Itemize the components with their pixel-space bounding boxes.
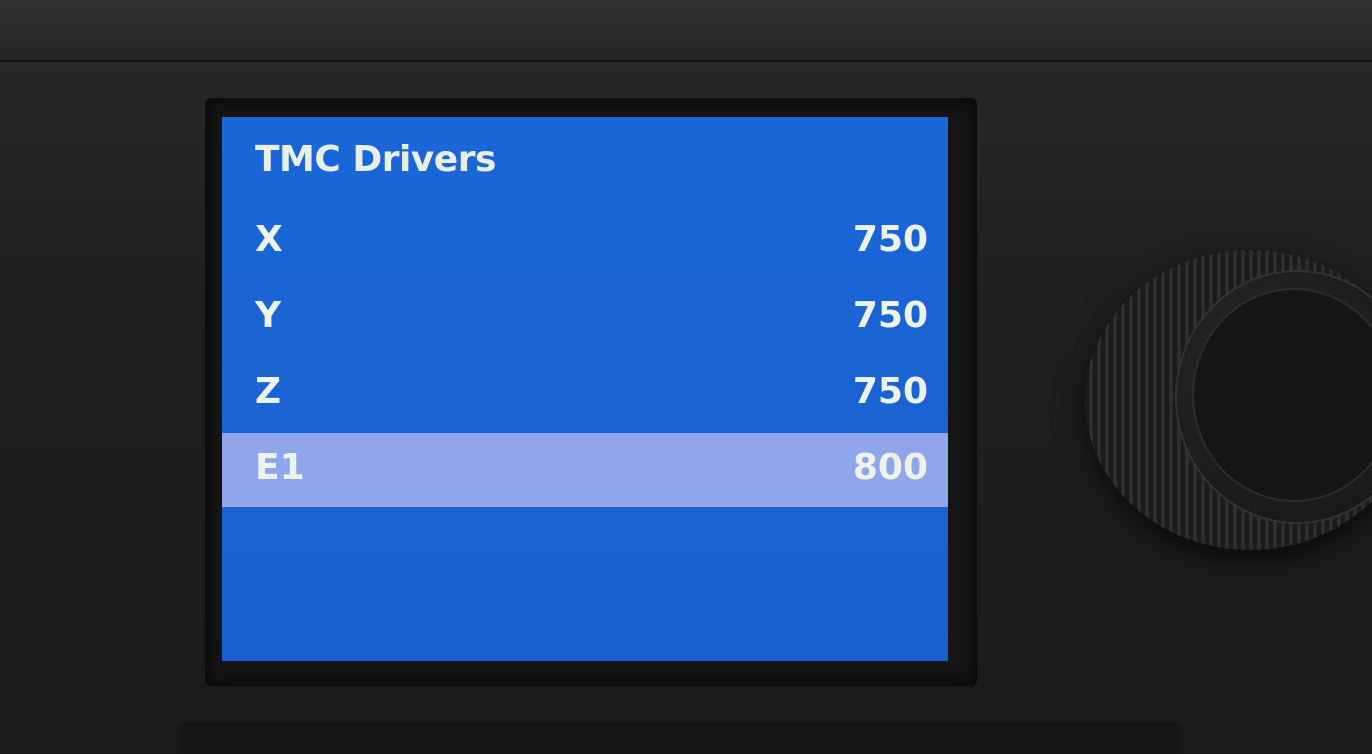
printer-control-panel: TMC Drivers X 750 Y 750 Z 750 E1 800 <box>0 0 1372 754</box>
menu-item-value: 750 <box>852 219 928 260</box>
menu-item-value: 750 <box>852 371 928 412</box>
menu-item-z[interactable]: Z 750 <box>222 357 948 431</box>
menu-item-e1[interactable]: E1 800 <box>222 433 948 507</box>
menu-title: TMC Drivers <box>255 139 496 180</box>
menu-item-label: E1 <box>255 447 305 488</box>
menu-item-value: 750 <box>852 295 928 336</box>
device-top-ridge <box>0 0 1372 62</box>
menu-item-label: Z <box>255 371 282 412</box>
menu-item-x[interactable]: X 750 <box>222 205 948 279</box>
menu-item-y[interactable]: Y 750 <box>222 281 948 355</box>
device-bottom-slot <box>180 722 1180 754</box>
menu-item-label: X <box>255 219 283 260</box>
menu-item-value: 800 <box>852 447 928 488</box>
lcd-screen: TMC Drivers X 750 Y 750 Z 750 E1 800 <box>222 117 948 661</box>
menu-item-label: Y <box>255 295 282 336</box>
